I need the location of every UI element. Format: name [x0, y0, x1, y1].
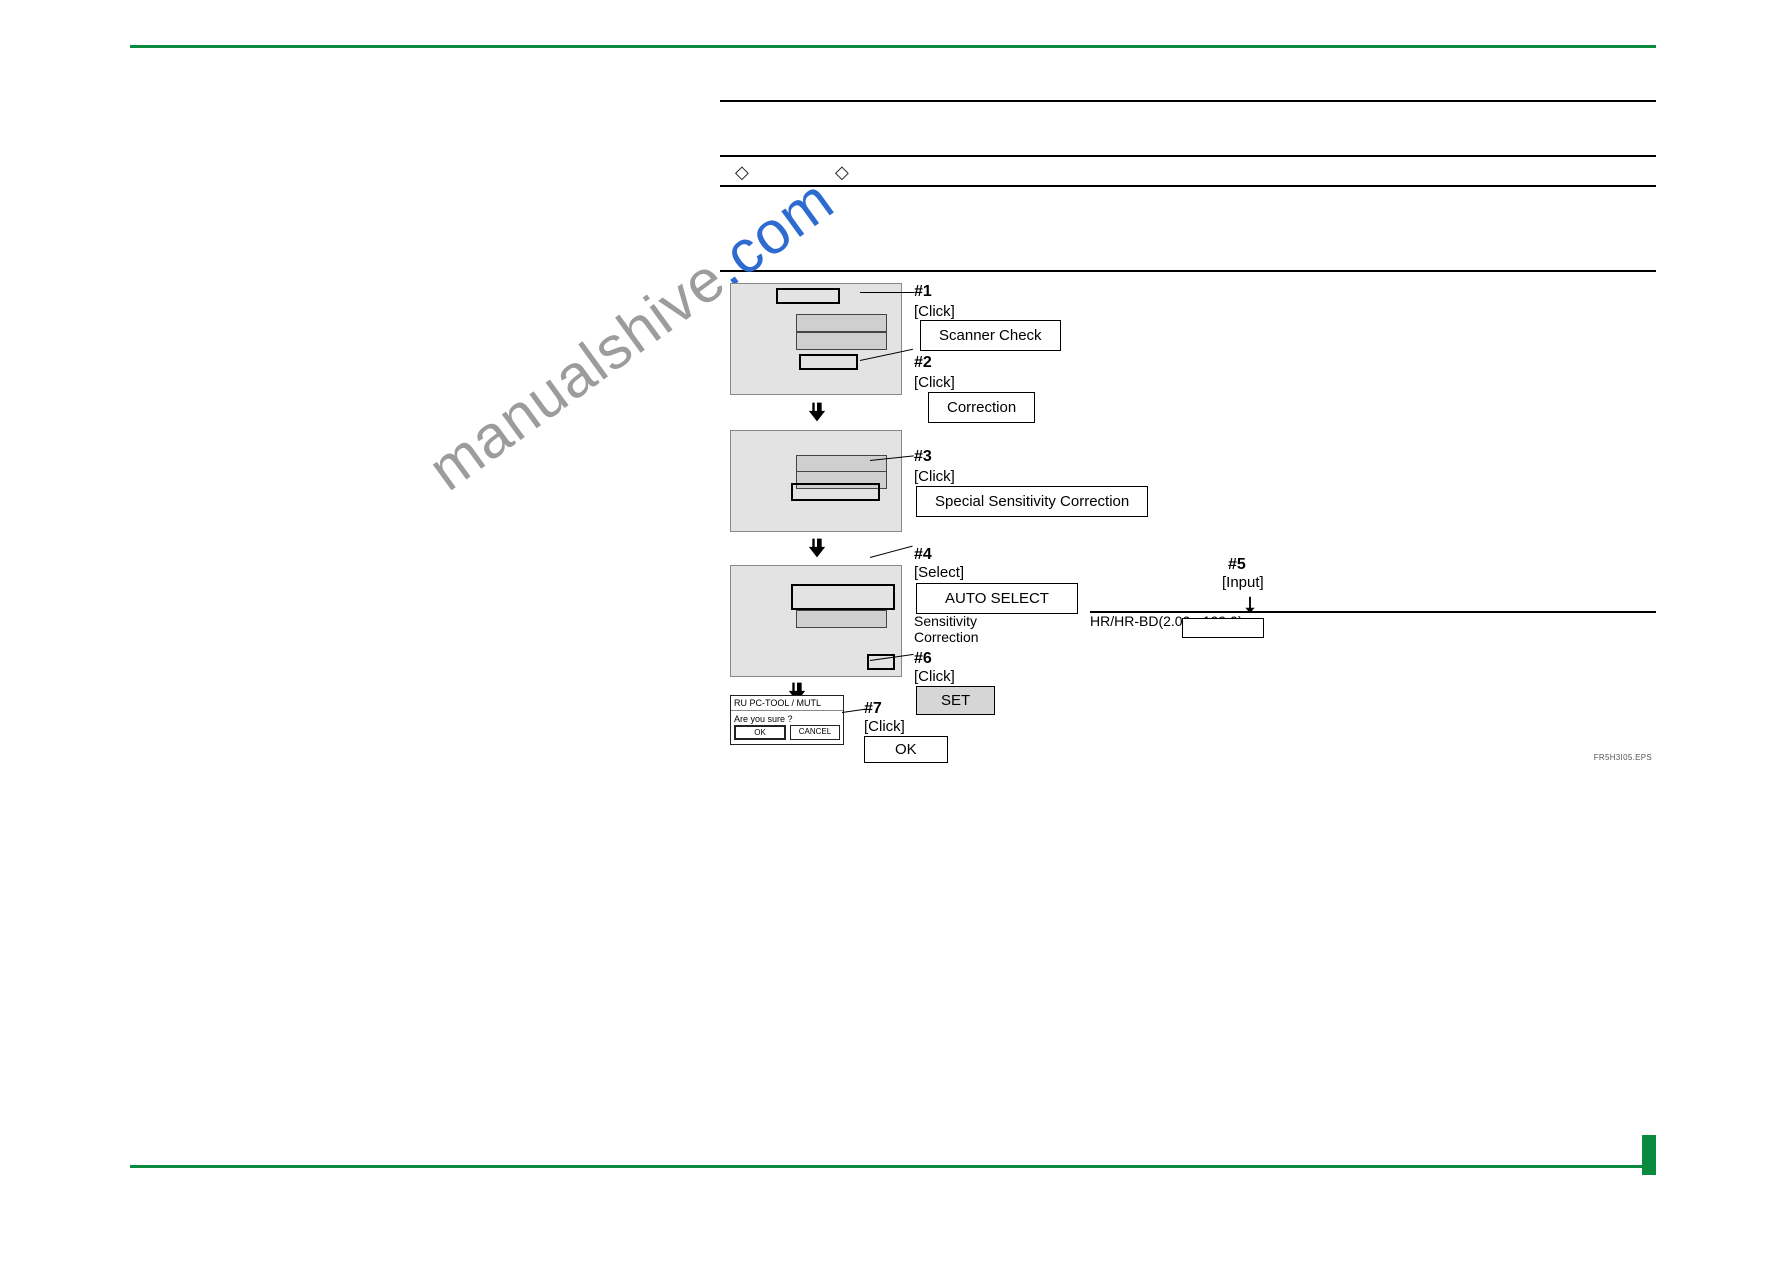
diamond-bullet-icon: ◇ [735, 162, 749, 183]
highlight-box [776, 288, 840, 304]
ok-button[interactable]: OK [864, 736, 948, 763]
step-action: [Click] [914, 374, 955, 391]
leader-line [870, 546, 913, 558]
special-sensitivity-button[interactable]: Special Sensitivity Correction [916, 486, 1148, 517]
confirm-dialog: RU PC-TOOL / MUTL Are you sure ? OK CANC… [730, 695, 844, 745]
figure-filename: FR5H3I05.EPS [1594, 753, 1652, 762]
set-button[interactable]: SET [916, 686, 995, 715]
down-arrow-icon [1239, 594, 1261, 616]
down-arrow-icon [803, 398, 831, 426]
diamond-bullet-icon: ◇ [835, 162, 849, 183]
page-top-rule [130, 45, 1656, 48]
highlight-box [799, 354, 858, 370]
step-action: [Click] [914, 668, 955, 685]
section-rule [720, 100, 1656, 102]
step-tag: #4 [914, 546, 932, 564]
auto-select-option[interactable]: AUTO SELECT [916, 583, 1078, 614]
step-tag: #6 [914, 650, 932, 668]
dialog-title: RU PC-TOOL / MUTL [731, 696, 843, 711]
page-edge-tab [1642, 1135, 1656, 1175]
leader-line [860, 292, 914, 293]
step-tag: #2 [914, 354, 932, 372]
section-rule [720, 185, 1656, 187]
down-arrow-icon [803, 534, 831, 562]
screenshot-step4 [730, 565, 902, 677]
ui-bar [796, 314, 888, 332]
ui-bar [796, 332, 888, 350]
page-bottom-rule [130, 1165, 1656, 1168]
step-tag: #5 [1228, 556, 1246, 574]
dialog-message: Are you sure ? [731, 711, 843, 725]
step-action: [Click] [864, 718, 905, 735]
ui-bar [796, 610, 888, 628]
step-action: [Input] [1222, 574, 1264, 591]
screenshot-step1 [730, 283, 902, 395]
sensitivity-value-input[interactable] [1182, 618, 1264, 638]
step-tag: #1 [914, 283, 932, 301]
step-action: [Click] [914, 303, 955, 320]
highlight-box [791, 584, 895, 610]
screenshot-step3 [730, 430, 902, 532]
leader-line [842, 709, 866, 713]
step-action: [Click] [914, 468, 955, 485]
step-tag: #3 [914, 448, 932, 466]
dialog-ok-button[interactable]: OK [734, 725, 786, 740]
correction-button[interactable]: Correction [928, 392, 1035, 423]
step-tag: #7 [864, 700, 882, 718]
watermark-text: manualshive [416, 245, 737, 504]
sensitivity-correction-label: Sensitivity Correction [914, 613, 979, 645]
section-rule [720, 155, 1656, 157]
section-rule [720, 270, 1656, 272]
dialog-cancel-button[interactable]: CANCEL [790, 725, 840, 740]
scanner-check-button[interactable]: Scanner Check [920, 320, 1061, 351]
input-range-label: HR/HR-BD(2.00 - 199.0) [1090, 611, 1656, 629]
highlight-box [791, 483, 880, 501]
step-action: [Select] [914, 564, 964, 581]
